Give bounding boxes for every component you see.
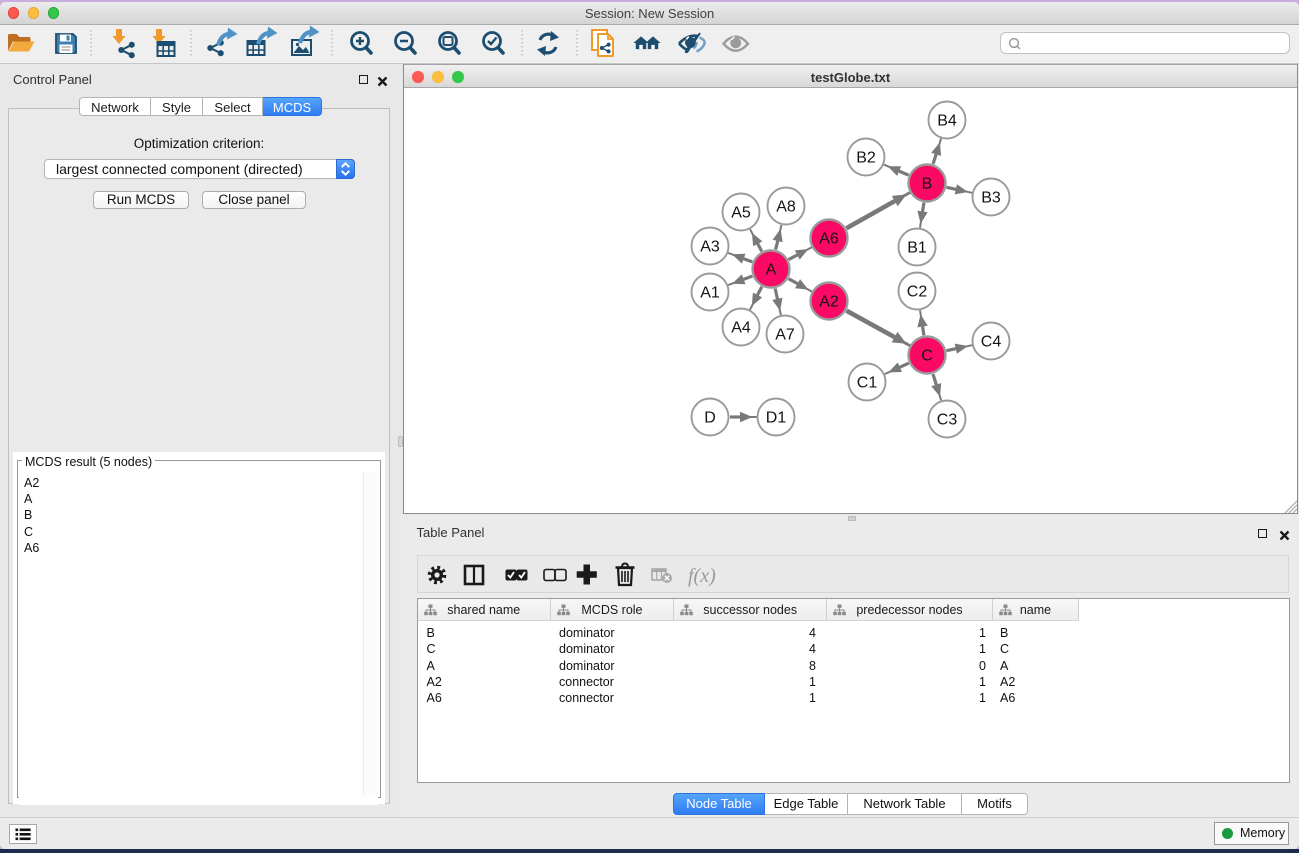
svg-text:B4: B4 bbox=[937, 113, 957, 130]
svg-text:C: C bbox=[921, 348, 933, 365]
svg-text:C2: C2 bbox=[907, 284, 928, 301]
svg-text:B1: B1 bbox=[907, 240, 927, 257]
svg-text:A8: A8 bbox=[776, 199, 796, 216]
svg-text:A1: A1 bbox=[700, 285, 720, 302]
svg-text:D: D bbox=[704, 410, 716, 427]
svg-text:B3: B3 bbox=[981, 190, 1001, 207]
svg-text:C4: C4 bbox=[981, 334, 1002, 351]
svg-text:A6: A6 bbox=[819, 231, 839, 248]
svg-text:A4: A4 bbox=[731, 320, 751, 337]
svg-text:B2: B2 bbox=[856, 150, 876, 167]
svg-text:C3: C3 bbox=[937, 412, 958, 429]
svg-text:A7: A7 bbox=[775, 327, 795, 344]
svg-text:A: A bbox=[766, 262, 777, 279]
svg-text:A5: A5 bbox=[731, 205, 751, 222]
svg-text:f(x): f(x) bbox=[688, 565, 716, 587]
svg-text:A3: A3 bbox=[700, 239, 720, 256]
svg-text:D1: D1 bbox=[766, 410, 787, 427]
svg-text:B: B bbox=[922, 176, 933, 193]
svg-text:A2: A2 bbox=[819, 294, 839, 311]
svg-text:C1: C1 bbox=[857, 375, 878, 392]
